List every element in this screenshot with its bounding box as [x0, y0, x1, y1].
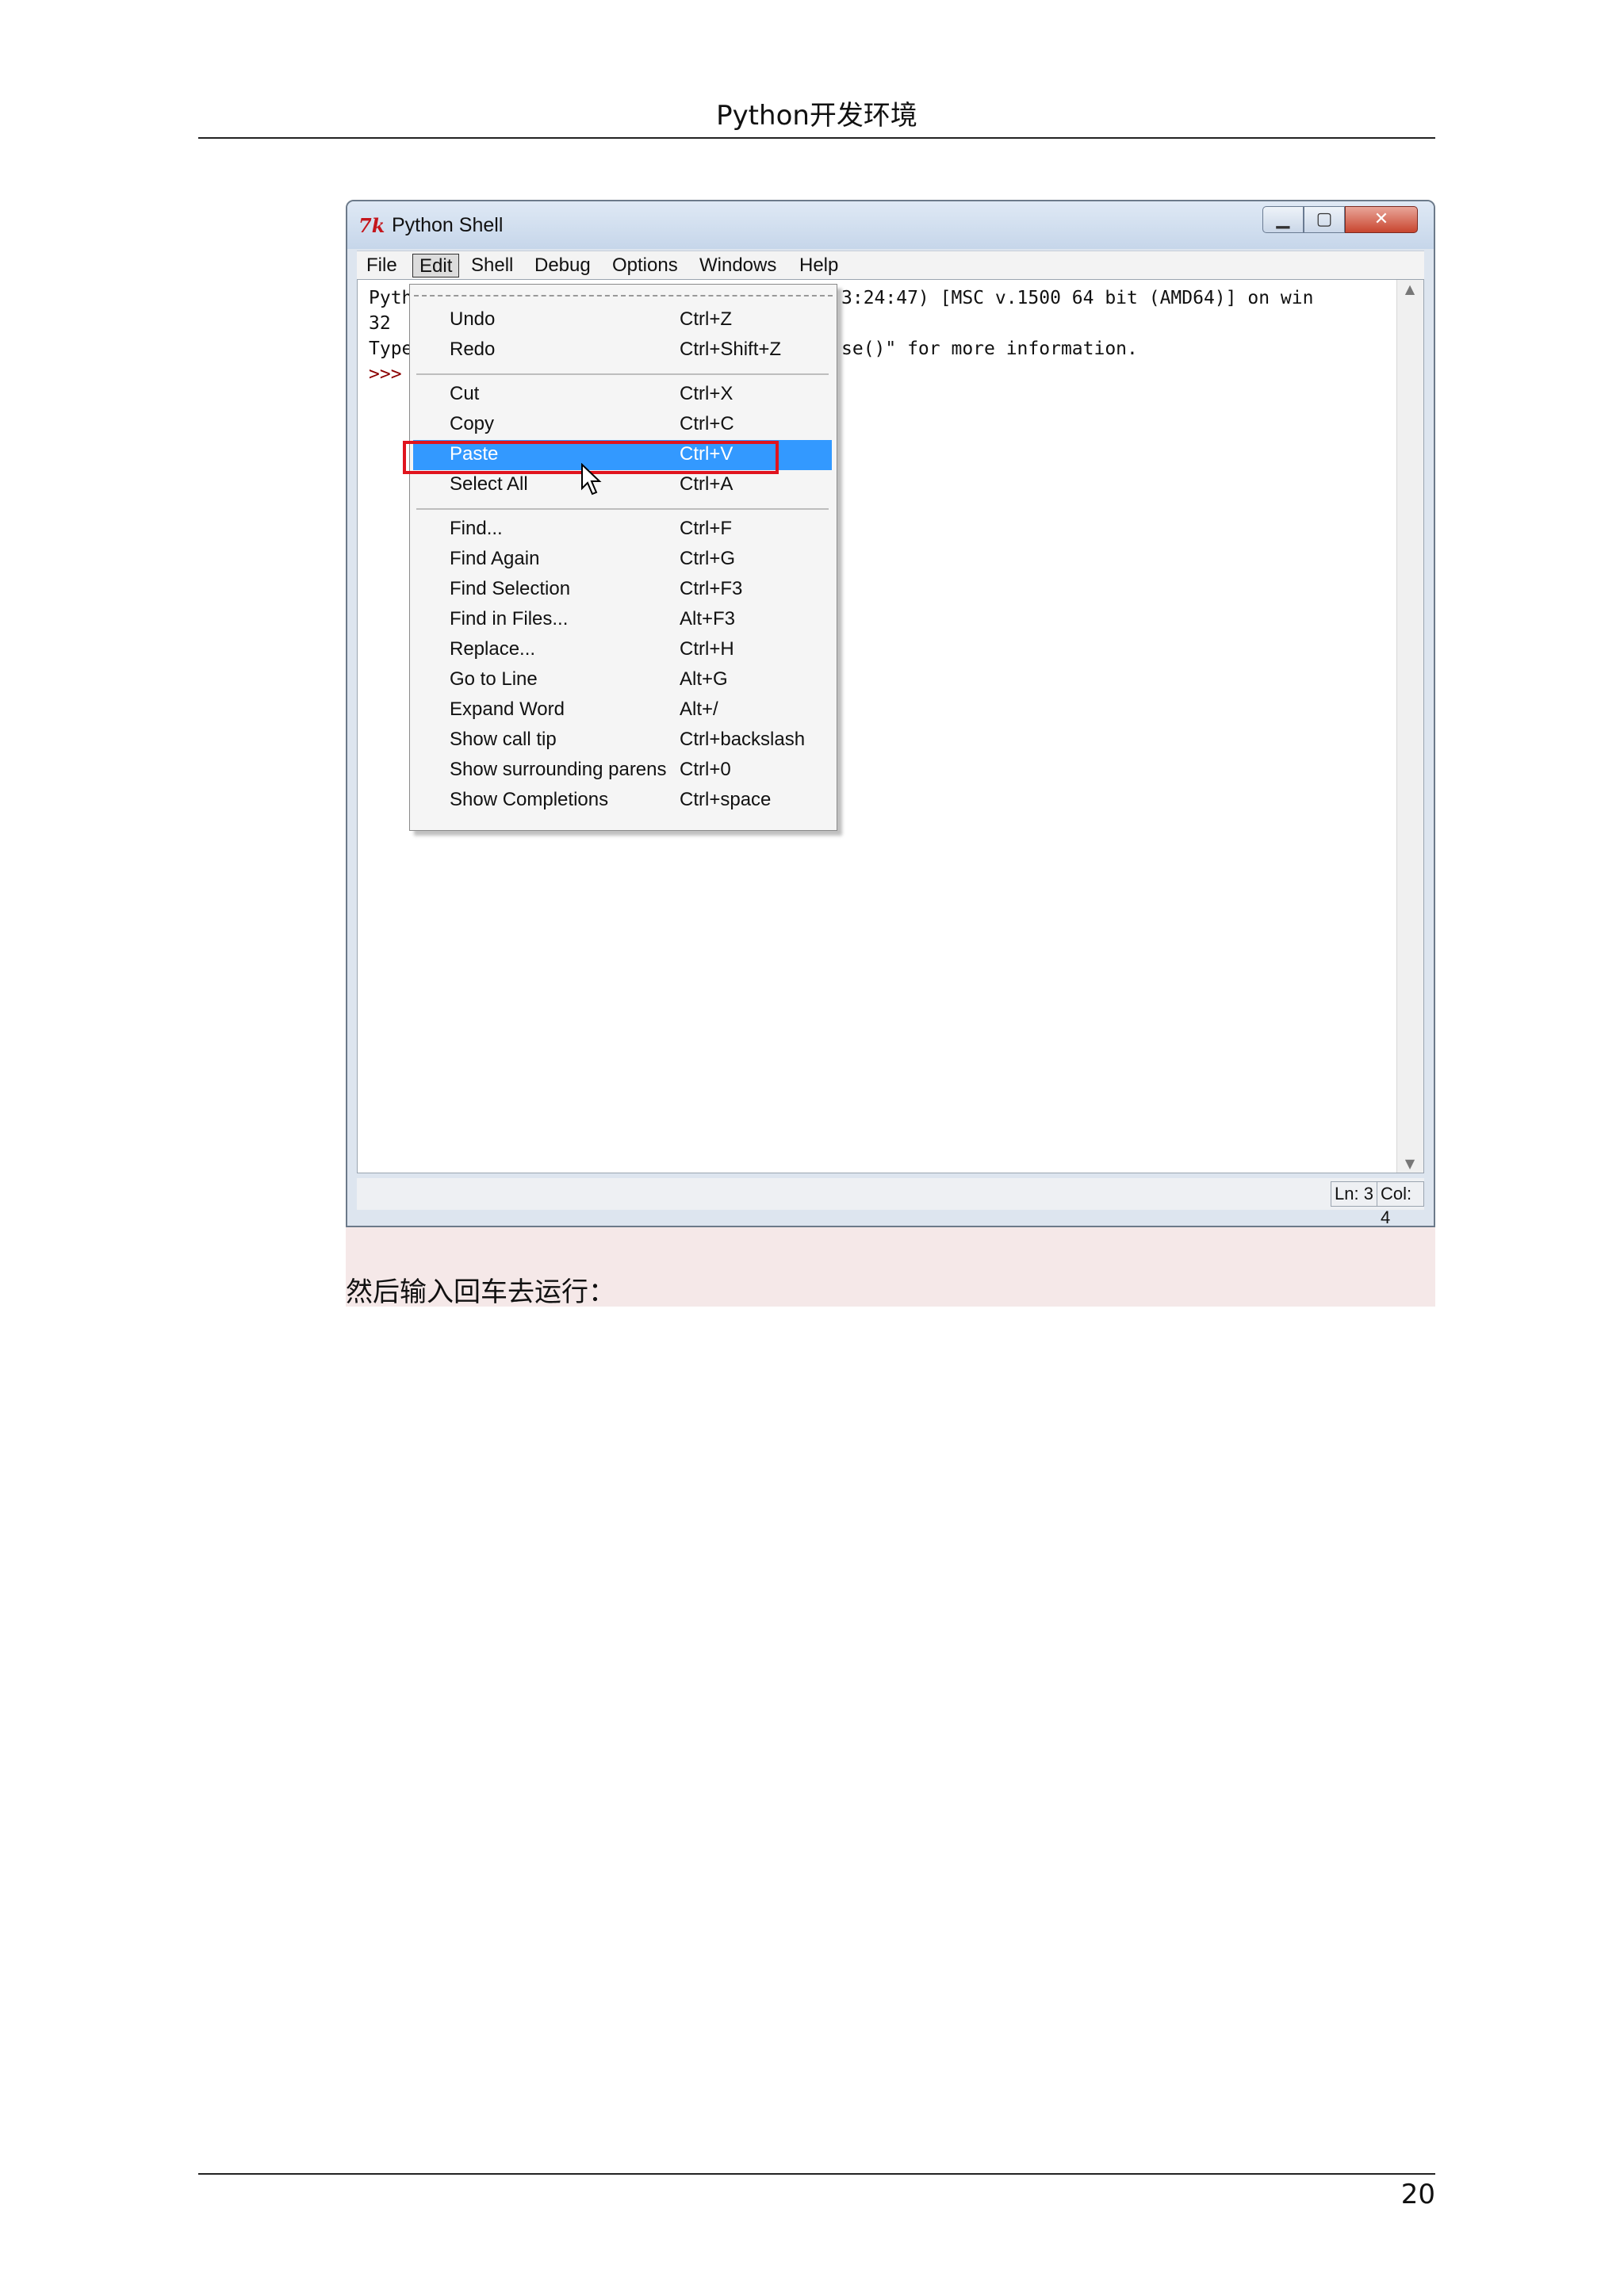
menu-item-shortcut: Alt+F3 [680, 608, 736, 629]
menu-item-label: Find in Files... [450, 608, 569, 629]
menu-file[interactable]: File [360, 254, 404, 277]
menu-debug[interactable]: Debug [528, 254, 597, 277]
menu-help[interactable]: Help [793, 254, 845, 277]
menu-item-label: Find Selection [450, 578, 571, 599]
shell-line-1-right: 3:24:47) [MSC v.1500 64 bit (AMD64)] on … [841, 288, 1314, 308]
menu-item-undo[interactable]: Undo Ctrl+Z [413, 305, 832, 335]
status-col: Col: 4 [1377, 1181, 1424, 1227]
vertical-scrollbar[interactable]: ▲ ▼ [1396, 280, 1423, 1173]
title-bar[interactable]: 7k Python Shell ▁ ▢ ✕ [347, 201, 1434, 249]
header-rule [198, 137, 1435, 139]
menu-item-show-completions[interactable]: Show Completions Ctrl+space [413, 786, 832, 816]
menu-item-redo[interactable]: Redo Ctrl+Shift+Z [413, 335, 832, 365]
menu-separator [416, 508, 829, 510]
menu-item-label: Copy [450, 413, 495, 434]
minimize-button[interactable]: ▁ [1262, 206, 1304, 233]
menu-item-label: Find Again [450, 548, 540, 569]
menu-item-shortcut: Alt+/ [680, 698, 718, 720]
menu-item-select-all[interactable]: Select All Ctrl+A [413, 470, 832, 500]
menu-item-label: Show Completions [450, 789, 609, 810]
menu-item-label: Redo [450, 339, 496, 360]
menu-item-shortcut: Ctrl+C [680, 413, 734, 434]
menu-item-copy[interactable]: Copy Ctrl+C [413, 410, 832, 440]
document-page: Python开发环境 7k Python Shell ▁ ▢ ✕ File Ed… [0, 0, 1624, 2296]
menu-item-label: Go to Line [450, 668, 538, 690]
menu-item-shortcut: Ctrl+0 [680, 759, 731, 780]
menu-item-label: Find... [450, 518, 503, 539]
shell-prompt: >>> [369, 364, 402, 385]
menu-item-shortcut: Ctrl+F [680, 518, 732, 539]
menu-item-cut[interactable]: Cut Ctrl+X [413, 380, 832, 410]
menu-item-show-call-tip[interactable]: Show call tip Ctrl+backslash [413, 725, 832, 756]
mouse-cursor-icon [581, 463, 602, 496]
menu-item-shortcut: Alt+G [680, 668, 728, 690]
tk-icon: 7k [358, 214, 385, 237]
minimize-icon: ▁ [1276, 209, 1290, 229]
footer-rule [198, 2173, 1435, 2175]
menu-item-label: Expand Word [450, 698, 565, 720]
menu-item-find-selection[interactable]: Find Selection Ctrl+F3 [413, 575, 832, 605]
menu-item-shortcut: Ctrl+F3 [680, 578, 743, 599]
menu-item-shortcut: Ctrl+G [680, 548, 736, 569]
menu-item-find-in-files[interactable]: Find in Files... Alt+F3 [413, 605, 832, 635]
close-icon: ✕ [1373, 209, 1389, 229]
menu-bar: File Edit Shell Debug Options Windows He… [357, 251, 1424, 280]
menu-item-shortcut: Ctrl+Shift+Z [680, 339, 782, 360]
menu-item-label: Select All [450, 473, 528, 495]
menu-shell[interactable]: Shell [465, 254, 519, 277]
menu-item-shortcut: Ctrl+X [680, 383, 733, 404]
shell-line-1-left: Pyth [369, 288, 413, 308]
caption-text: 然后输入回车去运行： [346, 1276, 615, 1308]
menu-item-replace[interactable]: Replace... Ctrl+H [413, 635, 832, 665]
menu-item-shortcut: Ctrl+H [680, 638, 734, 660]
menu-item-label: Replace... [450, 638, 536, 660]
shell-line-2: 32 [369, 313, 391, 334]
page-number: 20 [1400, 2179, 1435, 2210]
menu-item-go-to-line[interactable]: Go to Line Alt+G [413, 665, 832, 695]
tearoff-line[interactable] [414, 295, 833, 297]
shell-line-3-right: se()" for more information. [841, 339, 1138, 359]
maximize-icon: ▢ [1316, 209, 1333, 229]
menu-item-shortcut: Ctrl+Z [680, 308, 732, 330]
menu-item-shortcut: Ctrl+A [680, 473, 733, 495]
menu-options[interactable]: Options [606, 254, 684, 277]
window-title: Python Shell [392, 214, 504, 236]
menu-item-label: Show surrounding parens [450, 759, 667, 780]
page-header: Python开发环境 [716, 100, 917, 132]
menu-edit[interactable]: Edit [412, 254, 460, 277]
menu-item-expand-word[interactable]: Expand Word Alt+/ [413, 695, 832, 725]
edit-menu-dropdown: Undo Ctrl+Z Redo Ctrl+Shift+Z Cut Ctrl+X… [409, 284, 837, 831]
menu-item-shortcut: Ctrl+space [680, 789, 772, 810]
menu-separator [416, 373, 829, 375]
menu-windows[interactable]: Windows [693, 254, 783, 277]
shell-line-3-left: Type [369, 339, 413, 359]
status-line: Ln: 3 [1331, 1181, 1377, 1207]
menu-item-find-again[interactable]: Find Again Ctrl+G [413, 545, 832, 575]
menu-item-find[interactable]: Find... Ctrl+F [413, 515, 832, 545]
menu-item-label: Undo [450, 308, 496, 330]
status-bar: Ln: 3 Col: 4 [357, 1178, 1424, 1227]
menu-item-label: Cut [450, 383, 480, 404]
menu-item-label: Show call tip [450, 729, 557, 750]
close-button[interactable]: ✕ [1345, 206, 1418, 233]
menu-item-show-surrounding-parens[interactable]: Show surrounding parens Ctrl+0 [413, 756, 832, 786]
maximize-button[interactable]: ▢ [1304, 206, 1345, 233]
scroll-up-icon[interactable]: ▲ [1397, 281, 1423, 297]
scroll-down-icon[interactable]: ▼ [1397, 1156, 1423, 1171]
menu-item-shortcut: Ctrl+backslash [680, 729, 806, 750]
